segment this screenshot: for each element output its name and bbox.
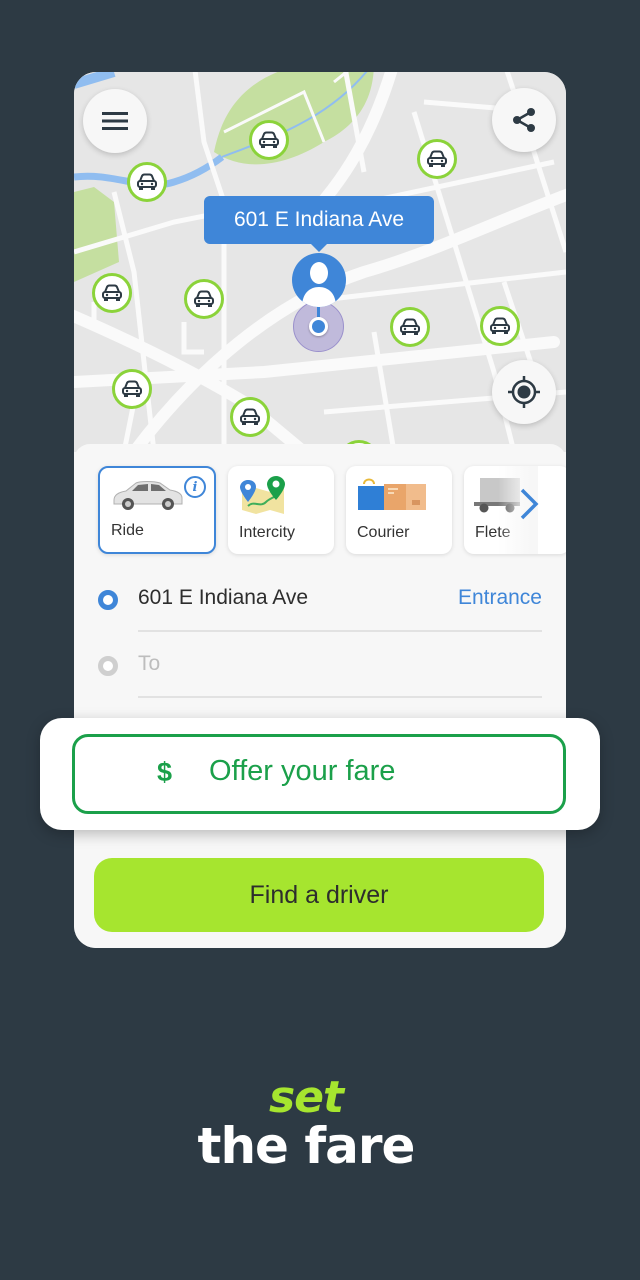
share-button[interactable] [492,88,556,152]
destination-placeholder: To [138,652,161,675]
user-silhouette-icon [302,262,336,307]
destination-dot-icon [98,656,118,676]
car-marker[interactable] [390,307,430,347]
dollar-icon: $ [157,757,173,787]
car-marker[interactable] [480,306,520,346]
car-marker[interactable] [417,139,457,179]
pickup-field[interactable]: 601 E Indiana Ave Entrance [98,568,542,632]
car-icon [427,150,447,167]
share-icon [513,108,535,132]
divider [138,630,542,632]
user-avatar-pin[interactable] [292,253,346,307]
tagline-line2: the fare [197,1117,416,1175]
service-label: Ride [111,522,144,539]
tagline-line1: set [268,1072,344,1123]
my-location-button[interactable] [492,360,556,424]
pickup-location-dot [309,317,328,336]
destination-field[interactable]: To [98,634,542,698]
map-route-pins-icon [240,476,285,514]
car-marker[interactable] [184,279,224,319]
sedan-car-icon [113,481,183,510]
car-icon [122,380,142,397]
service-intercity[interactable]: Intercity [228,466,334,554]
car-icon [137,173,157,190]
car-icon [194,290,214,307]
car-marker[interactable] [127,162,167,202]
divider [138,696,542,698]
service-label: Intercity [239,524,296,541]
my-location-icon [508,376,540,408]
offer-fare-label: Offer your fare [209,755,396,787]
pickup-dot-icon [98,590,118,610]
car-marker[interactable] [92,273,132,313]
chevron-right-icon[interactable] [518,486,540,522]
offer-fare-card: $ Offer your fare [40,718,600,830]
shopping-bag-box-icon [358,478,426,510]
offer-fare-button[interactable]: $ Offer your fare [72,734,566,814]
booking-sheet: i Ride Intercity Courier Flete 601 E Ind… [74,444,566,948]
car-icon [102,284,122,301]
entrance-link[interactable]: Entrance [458,586,542,610]
tagline: set the fare [0,1072,612,1175]
promo-screen: 601 E Indiana Ave i Ride Intercity Couri… [0,0,640,1280]
service-courier[interactable]: Courier [346,466,452,554]
find-driver-button[interactable]: Find a driver [94,858,544,932]
car-icon [490,317,510,334]
car-marker[interactable] [112,369,152,409]
map-view[interactable]: 601 E Indiana Ave [74,72,566,452]
car-marker[interactable] [230,397,270,437]
pickup-address: 601 E Indiana Ave [138,586,309,609]
info-icon[interactable]: i [184,476,206,498]
menu-button[interactable] [83,89,147,153]
pickup-address-bubble[interactable]: 601 E Indiana Ave [204,196,434,252]
car-icon [259,131,279,148]
car-icon [240,408,260,425]
service-ride[interactable]: i Ride [98,466,216,554]
service-label: Courier [357,524,410,541]
car-icon [400,318,420,335]
hamburger-menu-icon [102,112,128,130]
service-selector: i Ride Intercity Courier Flete [98,466,566,554]
car-marker[interactable] [249,120,289,160]
